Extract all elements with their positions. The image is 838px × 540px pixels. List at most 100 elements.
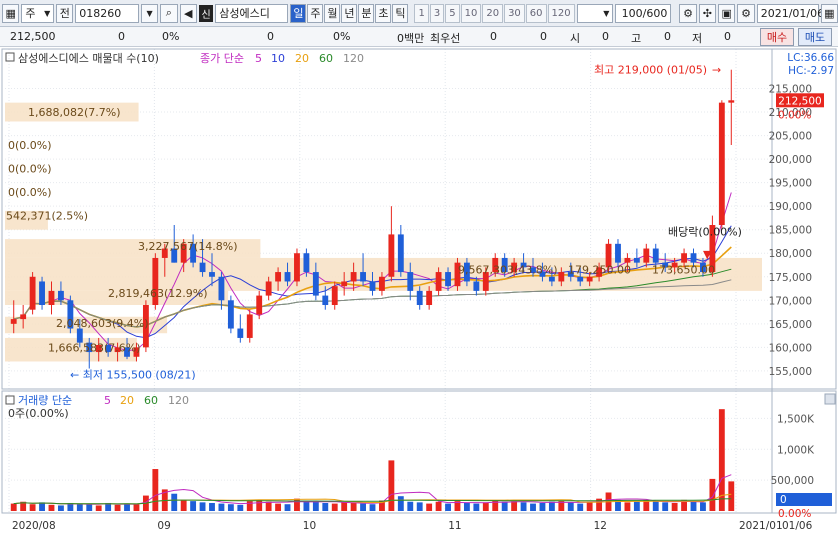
change-pct: 0%: [162, 30, 180, 43]
quote-info-bar: 212,500 0 0% 0 0% 0백만 최우선 0 0 시 0 고 0 저 …: [0, 27, 838, 47]
candle-body: [548, 276, 555, 282]
interval-button-30[interactable]: 30: [504, 3, 525, 23]
sell-button[interactable]: 매도: [798, 28, 832, 46]
ma-legend-10: 10: [271, 52, 285, 65]
volume-bar: [662, 502, 669, 511]
volume-bar: [577, 503, 584, 511]
volume-bar: [312, 501, 319, 511]
volume-bar: [369, 504, 376, 511]
volume-bar: [39, 502, 45, 511]
chevron-down-icon: ▼: [603, 8, 610, 18]
crosshair-icon[interactable]: ✣: [698, 3, 717, 23]
market-select[interactable]: 주 ▼: [21, 3, 55, 23]
volume-bar: [482, 502, 489, 511]
x-axis-label: 10: [303, 520, 316, 532]
period-tab-5[interactable]: 초: [375, 3, 392, 23]
volume-tick-label: 1,000K: [777, 444, 815, 456]
volume-bar: [10, 503, 17, 511]
dividend-note: 배당락(0.00%): [668, 225, 742, 238]
volume-bar: [690, 501, 697, 511]
interval-button-120[interactable]: 120: [547, 3, 575, 23]
candle-body: [218, 276, 225, 301]
interval-button-1[interactable]: 1: [414, 3, 429, 23]
price-tick-label: 170,000: [769, 295, 812, 307]
interval-buttons: 1 3 5 10 20 30 60 120: [414, 3, 575, 23]
interval-button-5[interactable]: 5: [445, 3, 460, 23]
settings-icon[interactable]: ⚙: [737, 3, 755, 23]
calendar-icon[interactable]: ▦: [820, 3, 838, 23]
period-tab-2[interactable]: 월: [324, 3, 341, 23]
candle-body: [577, 276, 584, 282]
date-field[interactable]: 2021/01/06: [756, 3, 824, 23]
candle-body: [426, 290, 433, 305]
volume-profile-label: 0(0.0%): [8, 186, 52, 199]
volume-bar: [341, 502, 348, 511]
candle-body: [360, 272, 366, 282]
interval-button-60[interactable]: 60: [525, 3, 547, 23]
open-label: 시: [570, 32, 581, 45]
high-label: 고: [631, 32, 642, 45]
volume-bar: [435, 501, 442, 511]
candle-body: [435, 272, 442, 291]
volume-profile-label: 542,371(2.5%): [6, 210, 88, 223]
interval-input[interactable]: ▼: [576, 3, 614, 23]
volume-bar: [246, 501, 253, 511]
volume-bar: [520, 502, 527, 511]
volume-bar: [133, 504, 140, 511]
current-price: 212,500: [10, 30, 56, 43]
volume-bar: [360, 503, 366, 511]
candle-body: [312, 272, 319, 296]
current-pct-label: 0.00%: [778, 109, 811, 121]
stock-code-input[interactable]: 018260: [75, 3, 139, 23]
candle-body: [265, 281, 272, 296]
volume-bar: [199, 502, 206, 511]
search-icon[interactable]: ⌕: [160, 3, 178, 23]
interval-button-3[interactable]: 3: [429, 3, 445, 23]
volume-bar: [76, 504, 83, 511]
volume-value: 0: [267, 30, 274, 43]
chart-svg[interactable]: 215,000210,000205,000200,000195,000190,0…: [0, 47, 838, 537]
period-tab-0[interactable]: 일: [290, 3, 307, 23]
save-icon[interactable]: ▣: [718, 3, 736, 23]
volume-bar: [407, 501, 414, 511]
volume-pct: 0%: [333, 30, 351, 43]
price-tick-label: 180,000: [769, 248, 812, 260]
volume-ma-legend-60: 60: [144, 394, 158, 407]
buy-button[interactable]: 매수: [760, 28, 794, 46]
grid-menu-icon[interactable]: ▦: [2, 3, 20, 23]
data-count-value: 100/600: [621, 6, 668, 20]
current-price-label: 212,500: [778, 95, 821, 107]
volume-profile-label: 0(0.0%): [8, 139, 52, 152]
best-bid: 0: [540, 30, 547, 43]
indicator-icon[interactable]: ⚙: [679, 3, 697, 23]
x-axis-label: 11: [448, 520, 461, 532]
ma-legend-20: 20: [295, 52, 309, 65]
price-tick-label: 190,000: [769, 201, 812, 213]
volume-bar: [463, 502, 470, 511]
interval-button-10[interactable]: 10: [460, 3, 482, 23]
period-tab-6[interactable]: 틱: [392, 3, 409, 23]
candle-body: [199, 262, 206, 273]
volume-bar: [256, 499, 263, 511]
period-tab-3[interactable]: 년: [341, 3, 358, 23]
candle-body: [341, 281, 348, 287]
speaker-icon[interactable]: ◀: [179, 3, 197, 23]
candle-body: [586, 276, 593, 282]
volume-bar: [709, 478, 716, 511]
price-tick-label: 175,000: [769, 272, 812, 284]
interval-button-20[interactable]: 20: [482, 3, 504, 23]
data-count-field[interactable]: 100/600: [615, 3, 672, 23]
price-tick-label: 160,000: [769, 342, 812, 354]
ma-legend-label: 종가 단순: [200, 52, 244, 65]
stock-dropdown-icon[interactable]: ▼: [140, 3, 159, 23]
period-tab-1[interactable]: 주: [307, 3, 324, 23]
x-axis-label: 12: [594, 520, 607, 532]
period-tab-4[interactable]: 분: [358, 3, 375, 23]
volume-bar: [548, 501, 555, 511]
volume-ma-legend-120: 120: [168, 394, 189, 407]
prev-button[interactable]: 전: [56, 3, 74, 23]
candle-body: [48, 290, 55, 305]
candle-body: [237, 328, 244, 338]
stock-chart[interactable]: 215,000 210,000 205,000 200,000 195,000 190,0…: [0, 47, 838, 537]
volume-profile-label: 173,650.00: [652, 264, 715, 277]
